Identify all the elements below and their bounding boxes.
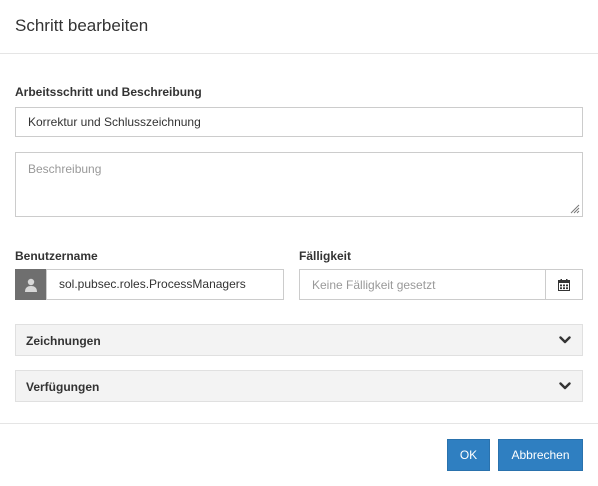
username-label: Benutzername — [15, 249, 98, 263]
username-field[interactable]: sol.pubsec.roles.ProcessManagers — [46, 269, 284, 300]
cancel-button[interactable]: Abbrechen — [498, 439, 583, 471]
user-icon — [25, 278, 37, 292]
drawings-panel-header[interactable]: Zeichnungen — [15, 324, 583, 356]
description-textarea[interactable] — [15, 152, 583, 217]
dialog-title: Schritt bearbeiten — [15, 16, 149, 35]
calendar-button[interactable] — [545, 269, 583, 300]
step-label: Arbeitsschritt und Beschreibung — [15, 85, 202, 99]
drawings-panel-title: Zeichnungen — [26, 334, 101, 348]
dialog-footer: OK Abbrechen — [0, 423, 598, 486]
resize-handle-icon[interactable] — [568, 202, 580, 214]
due-date-input[interactable] — [299, 269, 546, 300]
chevron-down-icon — [559, 336, 571, 344]
edit-step-dialog: Schritt bearbeiten Arbeitsschritt und Be… — [0, 0, 598, 486]
step-name-input[interactable] — [15, 107, 583, 137]
dialog-header: Schritt bearbeiten — [0, 0, 598, 54]
due-date-label: Fälligkeit — [299, 249, 352, 263]
dispositions-panel-title: Verfügungen — [26, 380, 100, 394]
user-addon — [15, 269, 47, 300]
calendar-icon — [558, 278, 570, 291]
ok-button[interactable]: OK — [447, 439, 490, 471]
chevron-down-icon — [559, 382, 571, 390]
dispositions-panel-header[interactable]: Verfügungen — [15, 370, 583, 402]
